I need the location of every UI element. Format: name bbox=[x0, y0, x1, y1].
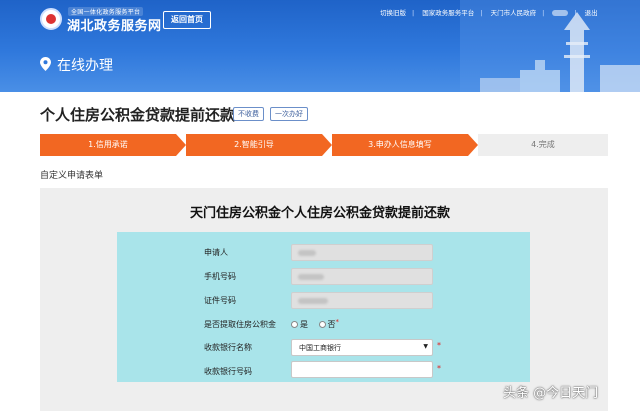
blurred-value bbox=[298, 298, 328, 304]
id-number-field[interactable] bbox=[291, 292, 433, 309]
bank-name-select[interactable]: 中国工商银行 ▼ bbox=[291, 339, 433, 356]
withdraw-radio-group: 是 否* bbox=[291, 318, 339, 330]
step-3: 3.申办人信息填写 bbox=[332, 134, 468, 156]
page: 全国一体化政务服务平台 湖北政务服务网 返回首页 切换旧版 | 国家政务服务平台 |… bbox=[0, 0, 640, 411]
bank-account-field[interactable] bbox=[291, 361, 433, 378]
phone-label: 手机号码 bbox=[204, 272, 236, 281]
required-mark: * bbox=[437, 341, 441, 350]
blurred-value bbox=[298, 250, 316, 256]
header: 全国一体化政务服务平台 湖北政务服务网 返回首页 切换旧版 | 国家政务服务平台 |… bbox=[0, 0, 640, 92]
step-arrow bbox=[322, 134, 332, 156]
progress-steps: 1.信用承诺 2.智能引导 3.申办人信息填写 4.完成 bbox=[40, 134, 608, 156]
applicant-field[interactable] bbox=[291, 244, 433, 261]
watermark: 头条 @今日天门 bbox=[503, 386, 599, 401]
step-2: 2.智能引导 bbox=[186, 134, 322, 156]
step-1: 1.信用承诺 bbox=[40, 134, 176, 156]
top-links: 切换旧版 | 国家政务服务平台 | 天门市人民政府 | | 退出 bbox=[380, 7, 604, 17]
radio-no-label[interactable]: 否 bbox=[328, 320, 336, 329]
required-mark: * bbox=[335, 318, 340, 326]
step-4: 4.完成 bbox=[478, 134, 608, 156]
bank-name-value: 中国工商银行 bbox=[299, 344, 341, 352]
bank-name-label: 收款银行名称 bbox=[204, 343, 252, 352]
divider: | bbox=[412, 9, 415, 17]
form-title: 天门住房公积金个人住房公积金贷款提前还款 bbox=[189, 206, 450, 221]
tag-free: 不收费 bbox=[233, 107, 264, 121]
bank-account-label: 收款银行号码 bbox=[204, 367, 252, 376]
location-pin-icon bbox=[40, 57, 51, 71]
radio-yes-label[interactable]: 是 bbox=[300, 320, 308, 329]
required-mark: * bbox=[437, 364, 441, 373]
step-arrow bbox=[468, 134, 478, 156]
tianmen-gov-link[interactable]: 天门市人民政府 bbox=[491, 7, 537, 17]
switch-old-version-link[interactable]: 切换旧版 bbox=[380, 7, 406, 17]
page-title: 个人住房公积金贷款提前还款 bbox=[40, 106, 236, 124]
blurred-value bbox=[298, 274, 324, 280]
logo-emblem-icon bbox=[40, 8, 62, 30]
phone-field[interactable] bbox=[291, 268, 433, 285]
section-title: 在线办理 bbox=[57, 58, 113, 74]
logout-link[interactable]: 退出 bbox=[585, 7, 598, 17]
radio-no[interactable] bbox=[318, 321, 326, 328]
divider: | bbox=[542, 9, 545, 17]
divider: | bbox=[574, 9, 577, 17]
home-button[interactable]: 返回首页 bbox=[163, 11, 211, 29]
national-platform-link[interactable]: 国家政务服务平台 bbox=[422, 7, 474, 17]
dropdown-caret-icon: ▼ bbox=[423, 343, 428, 350]
user-name-blurred[interactable] bbox=[552, 10, 569, 16]
divider: | bbox=[480, 9, 483, 17]
form-subheading: 自定义申请表单 bbox=[40, 171, 104, 181]
id-number-label: 证件号码 bbox=[204, 296, 236, 305]
applicant-label: 申请人 bbox=[204, 248, 228, 257]
radio-yes[interactable] bbox=[291, 321, 298, 328]
step-arrow bbox=[176, 134, 186, 156]
logo-title[interactable]: 湖北政务服务网 bbox=[67, 15, 162, 34]
withdraw-label: 是否提取住房公积金 bbox=[204, 320, 276, 329]
tag-one-visit: 一次办好 bbox=[270, 107, 308, 121]
